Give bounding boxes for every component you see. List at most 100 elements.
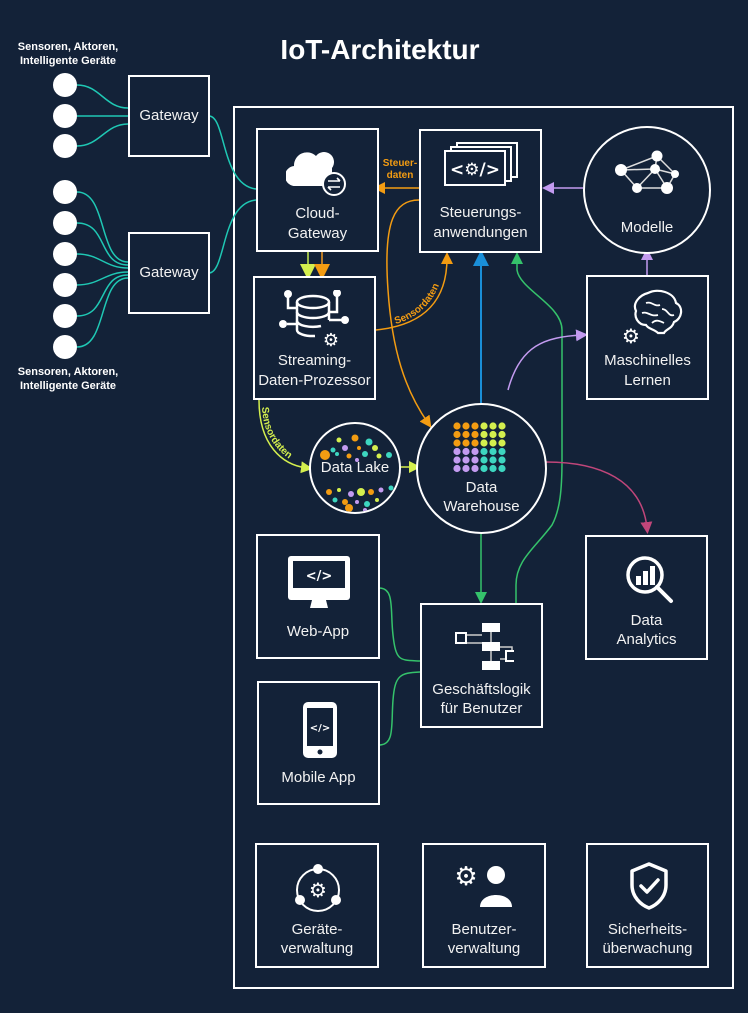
- node-device-management[interactable]: ⚙ Geräte- verwaltung: [255, 843, 379, 968]
- node-models[interactable]: Modelle: [583, 126, 711, 254]
- data-lake-dot: [342, 445, 348, 451]
- data-warehouse-dot: [462, 422, 470, 430]
- data-lake-dot: [348, 491, 354, 497]
- svg-text:⚙: ⚙: [309, 878, 327, 902]
- data-lake-dot: [345, 504, 353, 512]
- node-machine-learning[interactable]: ⚙ Maschinelles Lernen: [586, 275, 709, 400]
- data-warehouse-dot: [480, 447, 488, 456]
- device-gear-icon: ⚙: [295, 864, 341, 912]
- node-data-analytics[interactable]: Data Analytics: [585, 535, 708, 660]
- data-warehouse-dot: [498, 422, 506, 430]
- device-node[interactable]: [53, 304, 77, 328]
- svg-text:</>: </>: [310, 723, 330, 734]
- network-graph-icon: [615, 150, 679, 194]
- data-warehouse-dot: [489, 430, 497, 439]
- node-user-management[interactable]: ⚙ Benutzer- verwaltung: [422, 843, 546, 968]
- data-warehouse-dot: [453, 430, 461, 439]
- data-lake-dot: [351, 434, 359, 442]
- link-mobile-to-logic: [378, 671, 421, 746]
- node-cloud-gateway[interactable]: Cloud- Gateway: [256, 128, 379, 252]
- node-web-app[interactable]: </> Web-App: [256, 534, 380, 659]
- business-logic-label-line1: Geschäftslogik: [432, 681, 531, 698]
- data-lake-dot: [375, 498, 379, 502]
- gateway-top-label: Gateway: [139, 107, 199, 124]
- data-lake-dot: [357, 488, 365, 496]
- cloud-sync-icon: [286, 152, 346, 196]
- machine-learning-label-line1: Maschinelles: [604, 352, 691, 369]
- device-node[interactable]: [53, 134, 77, 158]
- data-analytics-label-line2: Analytics: [616, 631, 677, 648]
- data-warehouse-dot: [471, 464, 479, 473]
- data-warehouse-dot: [498, 464, 506, 473]
- annotation-control-data: Steuer- daten: [378, 158, 422, 182]
- data-warehouse-dot: [462, 464, 470, 473]
- dot-grid-icon: [453, 422, 506, 473]
- device-node[interactable]: [53, 104, 77, 128]
- flowchart-icon: [455, 623, 514, 670]
- data-lake-dot: [363, 508, 367, 512]
- code-window-icon: <⚙/>: [444, 142, 518, 186]
- web-app-label: Web-App: [286, 623, 350, 640]
- security-monitoring-label-line1: Sicherheits-: [607, 921, 688, 938]
- data-warehouse-dot: [480, 422, 488, 430]
- data-warehouse-dot: [489, 447, 497, 456]
- device-node[interactable]: [53, 211, 77, 235]
- cloud-gateway-label-line2: Gateway: [287, 225, 348, 242]
- gateway-bottom[interactable]: Gateway: [128, 232, 210, 314]
- node-business-logic[interactable]: Geschäftslogik für Benutzer: [420, 603, 543, 728]
- annotation-control-data-line2: daten: [386, 170, 414, 181]
- models-label: Modelle: [620, 219, 674, 236]
- data-warehouse-dot: [462, 439, 470, 447]
- device-node[interactable]: [53, 335, 77, 359]
- user-management-label-line2: verwaltung: [447, 940, 521, 957]
- node-data-warehouse[interactable]: Data Warehouse: [416, 403, 547, 534]
- svg-text:<⚙/>: <⚙/>: [450, 160, 500, 180]
- gateway-top[interactable]: Gateway: [128, 75, 210, 157]
- security-monitoring-label-line2: überwachung: [602, 940, 693, 957]
- control-apps-label-line2: anwendungen: [433, 224, 528, 241]
- svg-text:⚙: ⚙: [323, 330, 339, 350]
- phone-code-icon: </>: [303, 702, 337, 758]
- devices-bottom-label: Sensoren, Aktoren, Intelligente Geräte: [17, 366, 119, 392]
- stream-processor-label-line1: Streaming-: [277, 352, 352, 369]
- node-data-lake[interactable]: Data Lake: [309, 422, 401, 514]
- data-warehouse-dot: [480, 430, 488, 439]
- node-security-monitoring[interactable]: Sicherheits- überwachung: [586, 843, 709, 968]
- device-node[interactable]: [53, 242, 77, 266]
- monitor-code-icon: </>: [288, 556, 350, 608]
- data-lake-dot: [342, 499, 348, 505]
- mobile-app-label: Mobile App: [281, 769, 356, 786]
- annotation-sensor-data-a: Sensordaten: [393, 282, 442, 327]
- node-stream-processor[interactable]: ⚙ Streaming- Daten-Prozessor: [253, 276, 376, 400]
- data-lake-dot: [330, 447, 336, 453]
- data-warehouse-dot: [489, 422, 497, 430]
- device-management-label-line1: Geräte-: [291, 921, 343, 938]
- data-lake-dot: [336, 437, 342, 443]
- devices-top-label: Sensoren, Aktoren, Intelligente Geräte: [17, 41, 119, 67]
- data-lake-dot: [388, 485, 394, 491]
- user-gear-icon: ⚙: [454, 862, 512, 907]
- device-node[interactable]: [53, 73, 77, 97]
- device-node[interactable]: [53, 273, 77, 297]
- data-warehouse-dot: [498, 439, 506, 447]
- device-node[interactable]: [53, 180, 77, 204]
- link-web-to-logic: [378, 587, 421, 662]
- data-lake-dot: [362, 451, 368, 457]
- data-warehouse-dot: [480, 464, 488, 473]
- data-warehouse-dot: [471, 439, 479, 447]
- data-warehouse-dot: [453, 456, 461, 464]
- svg-text:⚙: ⚙: [454, 862, 477, 892]
- data-warehouse-dot: [480, 456, 488, 464]
- data-lake-dot: [378, 487, 384, 493]
- data-lake-dot: [337, 488, 341, 492]
- data-warehouse-dot: [453, 464, 461, 473]
- data-lake-dot: [355, 500, 359, 504]
- data-warehouse-dot: [471, 447, 479, 456]
- node-control-apps[interactable]: <⚙/> Steuerungs- anwendungen: [419, 129, 542, 253]
- data-warehouse-label-line2: Warehouse: [443, 498, 520, 515]
- data-warehouse-dot: [462, 430, 470, 439]
- iot-architecture-diagram: IoT-Architektur Sensordaten Sensordaten …: [0, 0, 748, 1013]
- node-mobile-app[interactable]: </> Mobile App: [257, 681, 380, 805]
- business-logic-label-line2: für Benutzer: [440, 700, 523, 717]
- cloud-gateway-label-line1: Cloud-: [295, 205, 340, 222]
